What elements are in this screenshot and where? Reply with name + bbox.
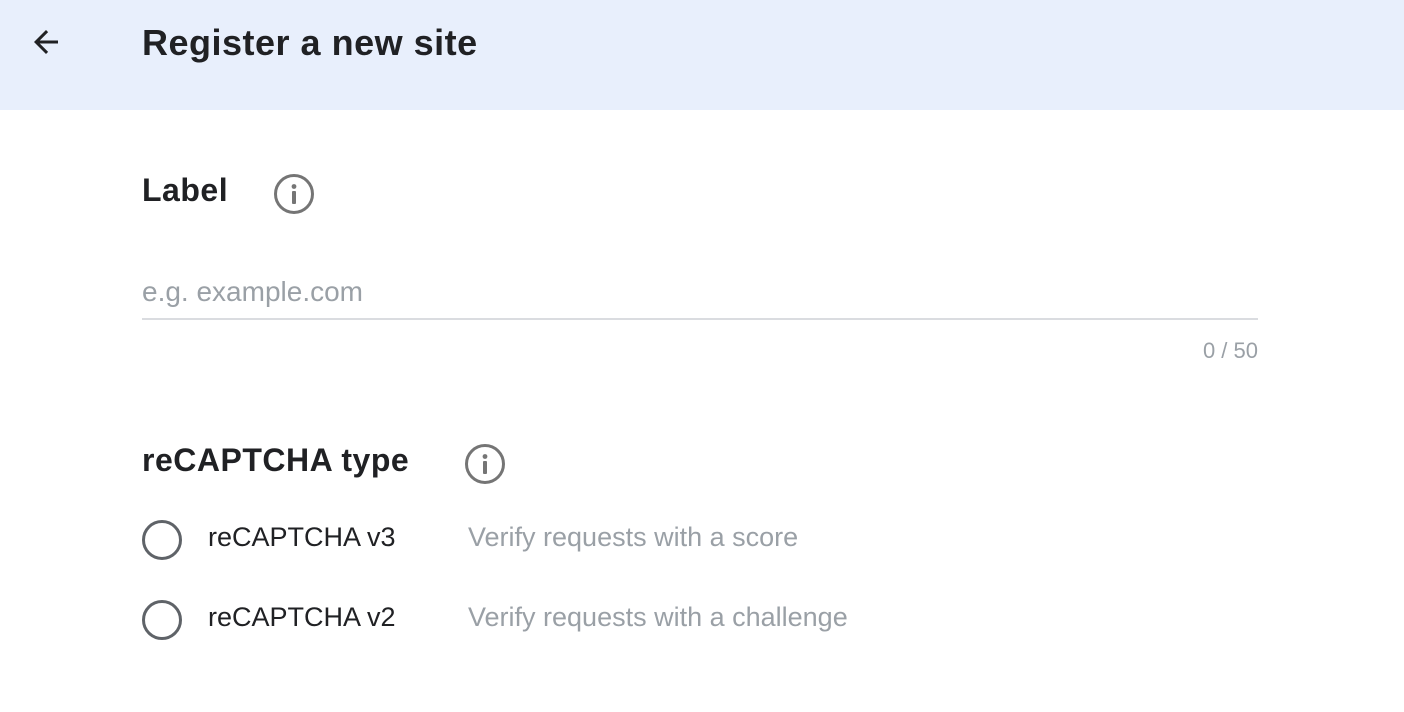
radio-description: Verify requests with a challenge bbox=[468, 602, 848, 632]
radio-option-recaptcha-v3[interactable]: reCAPTCHA v3 Verify requests with a scor… bbox=[142, 520, 1042, 564]
recaptcha-type-section-title: reCAPTCHA type bbox=[142, 442, 410, 478]
character-counter: 0 / 50 bbox=[1202, 338, 1258, 363]
radio-button[interactable] bbox=[142, 520, 182, 560]
radio-option-recaptcha-v2[interactable]: reCAPTCHA v2 Verify requests with a chal… bbox=[142, 600, 1042, 644]
radio-label: reCAPTCHA v3 bbox=[208, 522, 396, 552]
label-section-title: Label bbox=[142, 172, 229, 208]
page-title: Register a new site bbox=[142, 22, 478, 63]
info-icon[interactable] bbox=[464, 443, 506, 485]
radio-description: Verify requests with a score bbox=[468, 522, 799, 552]
radio-label: reCAPTCHA v2 bbox=[208, 602, 396, 632]
label-input[interactable] bbox=[142, 266, 1258, 320]
info-icon[interactable] bbox=[273, 173, 315, 215]
back-button[interactable] bbox=[20, 20, 72, 64]
arrow-back-icon bbox=[34, 30, 58, 54]
page-header: Register a new site bbox=[0, 0, 1404, 110]
radio-button[interactable] bbox=[142, 600, 182, 640]
